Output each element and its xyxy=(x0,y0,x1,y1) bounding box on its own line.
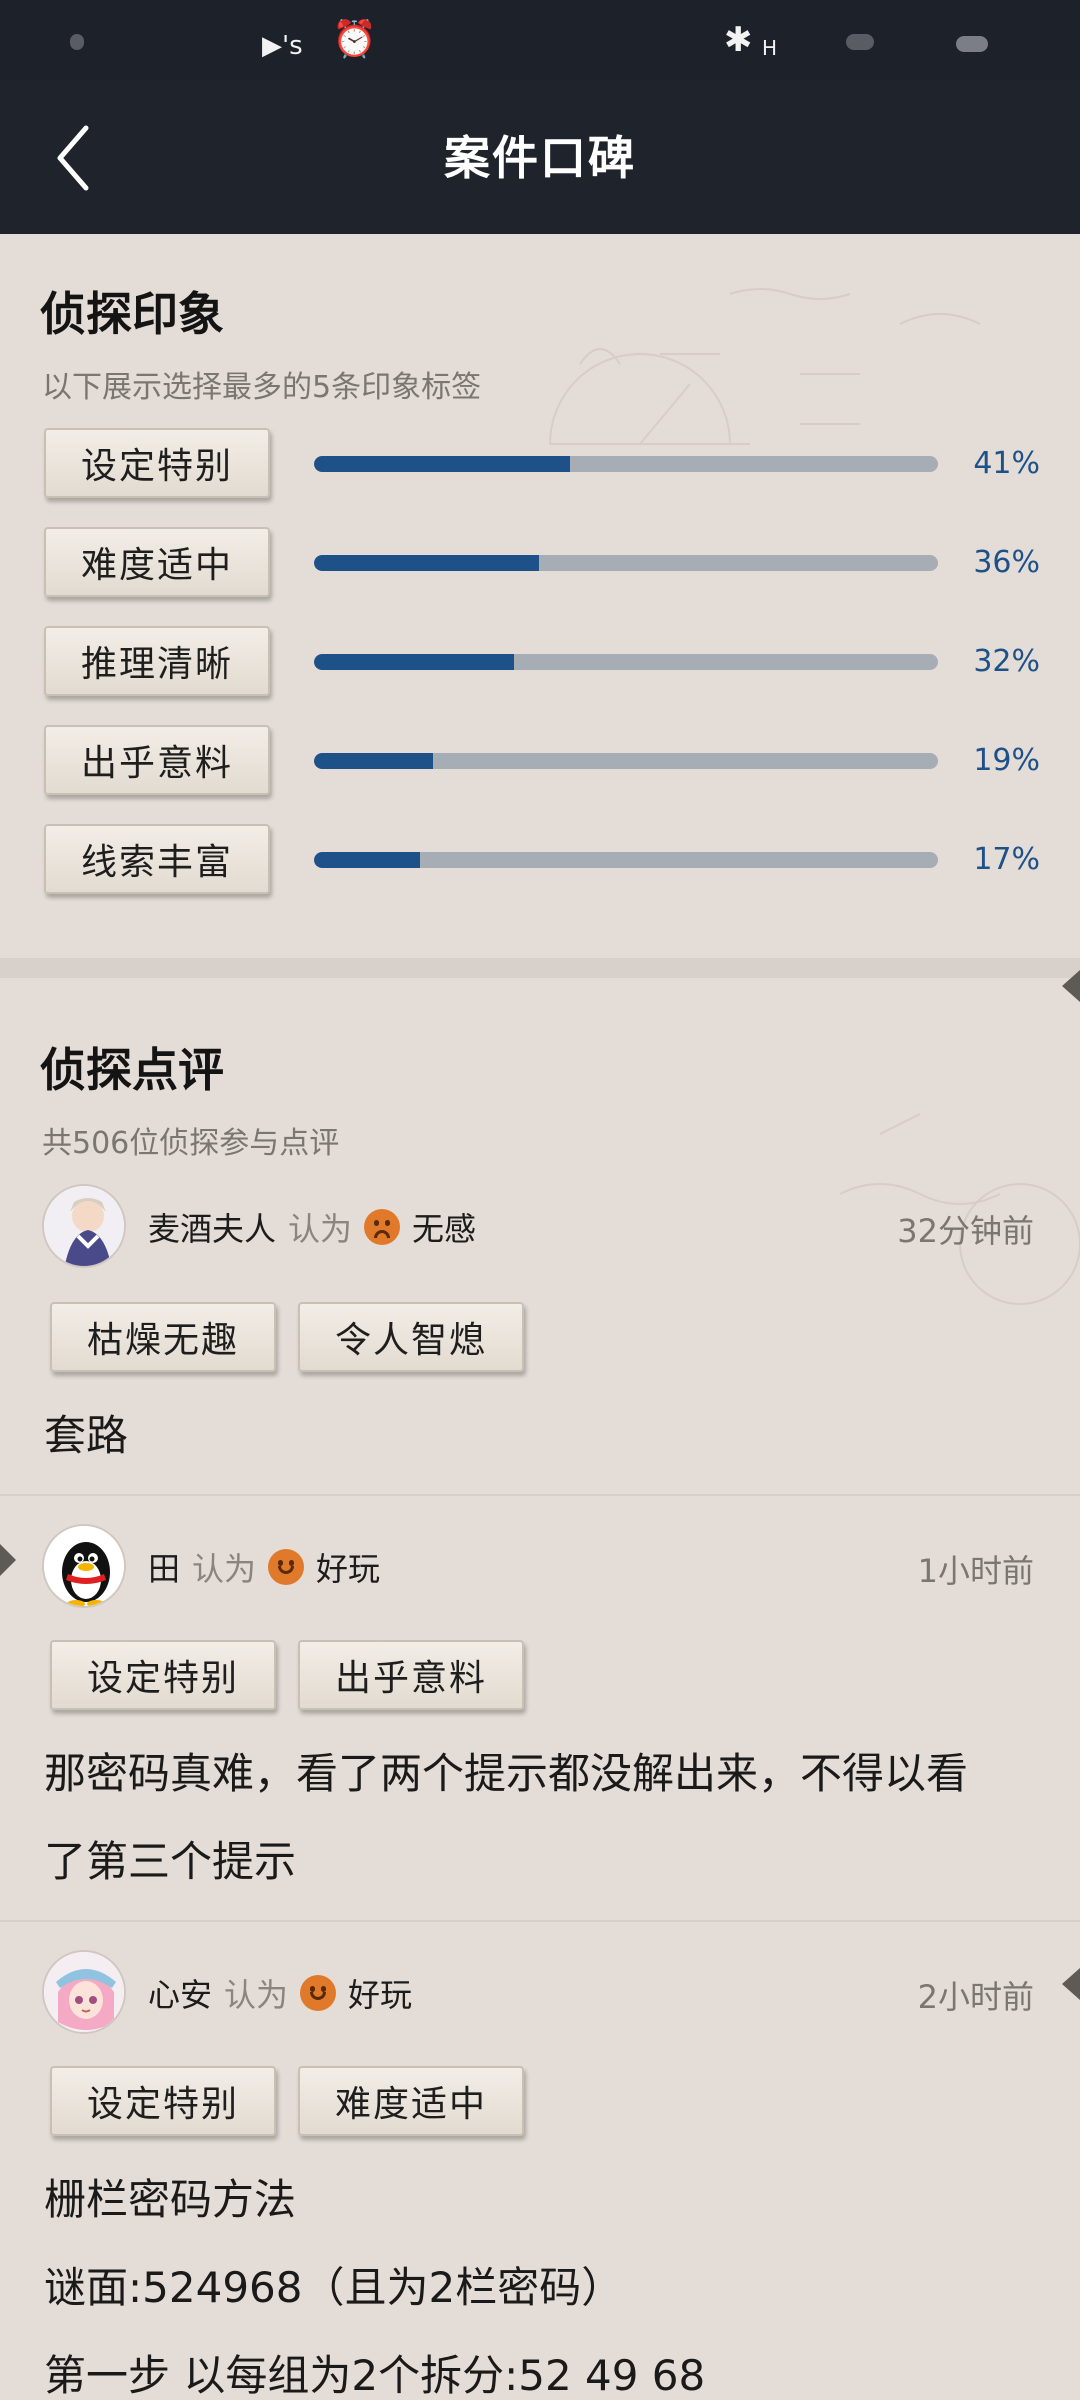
impression-bar-fill xyxy=(314,753,433,769)
review-text-line: 栅栏密码方法 xyxy=(44,2175,297,2224)
happy-face-icon xyxy=(300,1975,337,2011)
avatar[interactable] xyxy=(42,1184,126,1268)
section-divider xyxy=(0,958,1080,978)
review-divider xyxy=(0,1920,1080,1922)
impression-tag[interactable]: 推理清晰 xyxy=(44,626,270,696)
bluetooth-icon: ✱ xyxy=(724,20,753,60)
impression-bar-fill xyxy=(314,852,421,868)
review-divider xyxy=(0,1494,1080,1496)
reviews-subtitle: 共506位侦探参与点评 xyxy=(42,1126,340,1161)
review-text: 套路 xyxy=(44,1392,1044,1480)
review-time: 32分钟前 xyxy=(897,1212,1034,1250)
impression-tag[interactable]: 出乎意料 xyxy=(44,725,270,795)
impression-percent: 32% xyxy=(973,644,1040,679)
review-user-line: 麦酒夫人 认为 无感 xyxy=(148,1204,476,1250)
impression-tag[interactable]: 设定特别 xyxy=(44,428,270,498)
avatar-anime-icon xyxy=(44,1952,124,2032)
edge-marker xyxy=(1062,970,1080,1002)
reviews-title: 侦探点评 xyxy=(40,1043,224,1097)
review-tag[interactable]: 设定特别 xyxy=(50,1640,276,1710)
edge-marker xyxy=(1062,1968,1080,2000)
review-rating: 无感 xyxy=(412,1210,477,1248)
page-title: 案件口碑 xyxy=(444,131,636,185)
happy-face-icon xyxy=(268,1549,305,1585)
impression-bar xyxy=(314,654,938,670)
avatar[interactable] xyxy=(42,1524,126,1608)
user-name[interactable]: 心安 xyxy=(148,1970,212,2016)
review-tag[interactable]: 令人智熄 xyxy=(298,1302,524,1372)
signal-h-icon: H xyxy=(762,36,778,60)
status-bar: ▶'s ⏰ ✱ H xyxy=(0,0,1080,80)
review-tag[interactable]: 枯燥无趣 xyxy=(50,1302,276,1372)
review-time: 1小时前 xyxy=(917,1552,1034,1590)
review-text-line: 第一步 以每组为2个拆分:52 49 68 xyxy=(44,2351,706,2400)
avatar[interactable] xyxy=(42,1950,126,2034)
review-tag[interactable]: 出乎意料 xyxy=(298,1640,524,1710)
content[interactable]: 侦探印象 以下展示选择最多的5条印象标签 设定特别 41% 难度适中 36% 推… xyxy=(0,234,1080,2400)
impression-bar xyxy=(314,456,938,472)
status-blur xyxy=(70,34,84,50)
impression-percent: 17% xyxy=(973,842,1040,877)
status-blur xyxy=(846,34,874,50)
penguin-avatar-icon xyxy=(44,1526,124,1606)
impression-percent: 36% xyxy=(973,545,1040,580)
impression-bar xyxy=(314,753,938,769)
review-verb: 认为 xyxy=(192,1550,257,1588)
review-rating: 好玩 xyxy=(348,1976,413,2014)
impressions-title: 侦探印象 xyxy=(40,287,224,341)
user-name[interactable]: 麦酒夫人 xyxy=(148,1204,276,1250)
review-verb: 认为 xyxy=(224,1976,289,2014)
impression-tag[interactable]: 线索丰富 xyxy=(44,824,270,894)
edge-marker xyxy=(0,1544,16,1576)
review-user-line: 田 认为 好玩 xyxy=(148,1544,380,1590)
title-bar: 案件口碑 xyxy=(0,80,1080,234)
review-text-line: 谜面:524968（且为2栏密码） xyxy=(44,2263,624,2312)
review-text-line: 那密码真难，看了两个提示都没解出来，不得以看 xyxy=(44,1749,969,1798)
battery-icon xyxy=(956,36,988,52)
review-time: 2小时前 xyxy=(917,1978,1034,2016)
impression-bar xyxy=(314,555,938,571)
impressions-subtitle: 以下展示选择最多的5条印象标签 xyxy=(42,370,482,405)
impression-percent: 19% xyxy=(973,743,1040,778)
impression-tag[interactable]: 难度适中 xyxy=(44,527,270,597)
review-text: 那密码真难，看了两个提示都没解出来，不得以看 了第三个提示 xyxy=(44,1730,1044,1906)
review-text: 栅栏密码方法 谜面:524968（且为2栏密码） 第一步 以每组为2个拆分:52… xyxy=(44,2156,1044,2400)
impression-bar-fill xyxy=(314,555,539,571)
impression-bar-fill xyxy=(314,654,514,670)
impression-bar-fill xyxy=(314,456,570,472)
review-text-line: 了第三个提示 xyxy=(44,1837,297,1886)
alarm-icon: ⏰ xyxy=(332,19,377,60)
review-tag[interactable]: 设定特别 xyxy=(50,2066,276,2136)
impression-percent: 41% xyxy=(973,446,1040,481)
review-rating: 好玩 xyxy=(316,1550,381,1588)
sad-face-icon xyxy=(364,1209,401,1245)
review-verb: 认为 xyxy=(288,1210,353,1248)
avatar-anime-icon xyxy=(44,1186,124,1266)
impression-bar xyxy=(314,852,938,868)
notification-icon: ▶'s xyxy=(262,31,303,61)
review-user-line: 心安 认为 好玩 xyxy=(148,1970,412,2016)
user-name[interactable]: 田 xyxy=(148,1544,180,1590)
review-tag[interactable]: 难度适中 xyxy=(298,2066,524,2136)
review-text-line: 套路 xyxy=(44,1411,129,1460)
